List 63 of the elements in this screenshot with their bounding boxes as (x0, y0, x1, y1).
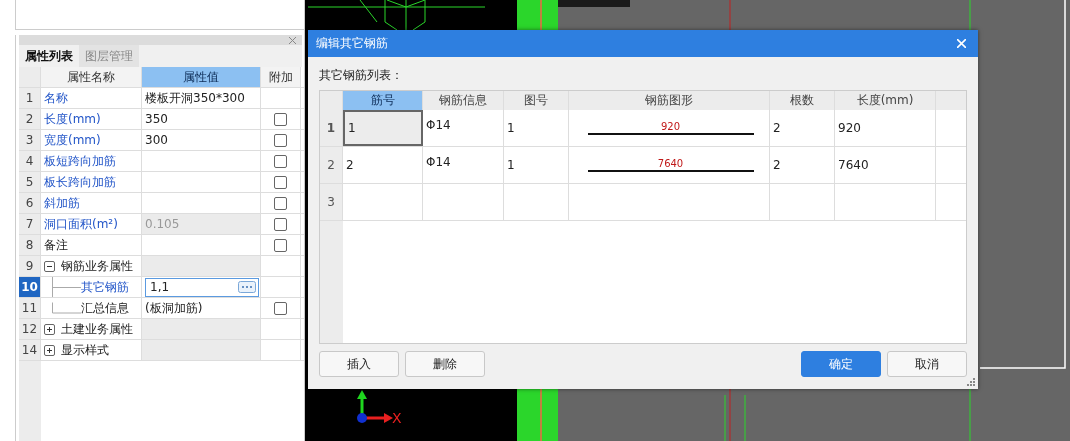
property-value: (板洞加筋) (145, 299, 203, 317)
value-field[interactable]: 1,1 (145, 277, 259, 297)
property-name: 板短跨向加筋 (44, 152, 116, 170)
row-number: 6 (19, 193, 41, 213)
table-cell: Φ14 (426, 118, 451, 132)
row-number: 5 (19, 172, 41, 192)
property-value: 0.105 (145, 217, 180, 231)
table-cell: 2 (773, 158, 781, 172)
list-label: 其它钢筋列表： (319, 67, 403, 84)
dialog-button[interactable]: 插入 (319, 351, 399, 377)
row-number: 7 (19, 214, 41, 234)
property-name: 备注 (44, 236, 68, 254)
cancel-button[interactable]: 取消 (887, 351, 967, 377)
table-cell: 2 (346, 158, 354, 172)
property-name: 其它钢筋 (81, 278, 129, 296)
group-name: 显示样式 (61, 341, 109, 359)
column-header: 筋号 (343, 91, 423, 110)
dialog-button[interactable]: 删除 (405, 351, 485, 377)
axis-label: X (392, 410, 402, 426)
column-header: 属性名称 (41, 67, 142, 87)
property-name: 板长跨向加筋 (44, 173, 116, 191)
group-name: 钢筋业务属性 (61, 257, 133, 275)
dialog-title: 编辑其它钢筋 (316, 35, 388, 52)
row-number: 11 (19, 298, 41, 318)
property-value: 300 (145, 133, 168, 147)
column-header: 钢筋图形 (569, 91, 770, 110)
table-cell: 1 (507, 158, 515, 172)
property-value: 350 (145, 112, 168, 126)
property-name: 洞口面积(m²) (44, 215, 118, 233)
property-name: 名称 (44, 89, 68, 107)
row-number: 14 (19, 340, 41, 360)
property-name: 宽度(mm) (44, 131, 101, 149)
table-cell: 7640 (838, 158, 869, 172)
table-cell: Φ14 (426, 155, 451, 169)
row-number: 10 (19, 277, 41, 297)
table-cell: 2 (773, 121, 781, 135)
row-number: 1 (19, 88, 41, 108)
column-header: 根数 (770, 91, 835, 110)
rebar-length-label: 7640 (657, 158, 684, 169)
column-header: 图号 (504, 91, 569, 110)
property-value: 楼板开洞350*300 (145, 89, 245, 107)
row-number: 1 (320, 110, 343, 146)
column-header: 属性值 (142, 67, 261, 87)
row-number: 2 (19, 109, 41, 129)
ok-button[interactable]: 确定 (801, 351, 881, 377)
rebar-length-label: 920 (660, 121, 681, 132)
row-number: 4 (19, 151, 41, 171)
column-header: 长度(mm) (835, 91, 936, 110)
row-number: 3 (19, 130, 41, 150)
row-number: 3 (320, 184, 343, 220)
group-name: 土建业务属性 (61, 320, 133, 338)
column-header: 附加 (261, 67, 301, 87)
row-number: 9 (19, 256, 41, 276)
row-number: 12 (19, 319, 41, 339)
property-name: 汇总信息 (81, 299, 129, 317)
table-cell: 1 (507, 121, 515, 135)
row-number: 8 (19, 235, 41, 255)
table-cell: 920 (838, 121, 861, 135)
property-name: 斜加筋 (44, 194, 80, 212)
row-number: 2 (320, 147, 343, 183)
property-name: 长度(mm) (44, 110, 101, 128)
current-cell: 1 (343, 110, 423, 146)
column-header: 钢筋信息 (423, 91, 504, 110)
